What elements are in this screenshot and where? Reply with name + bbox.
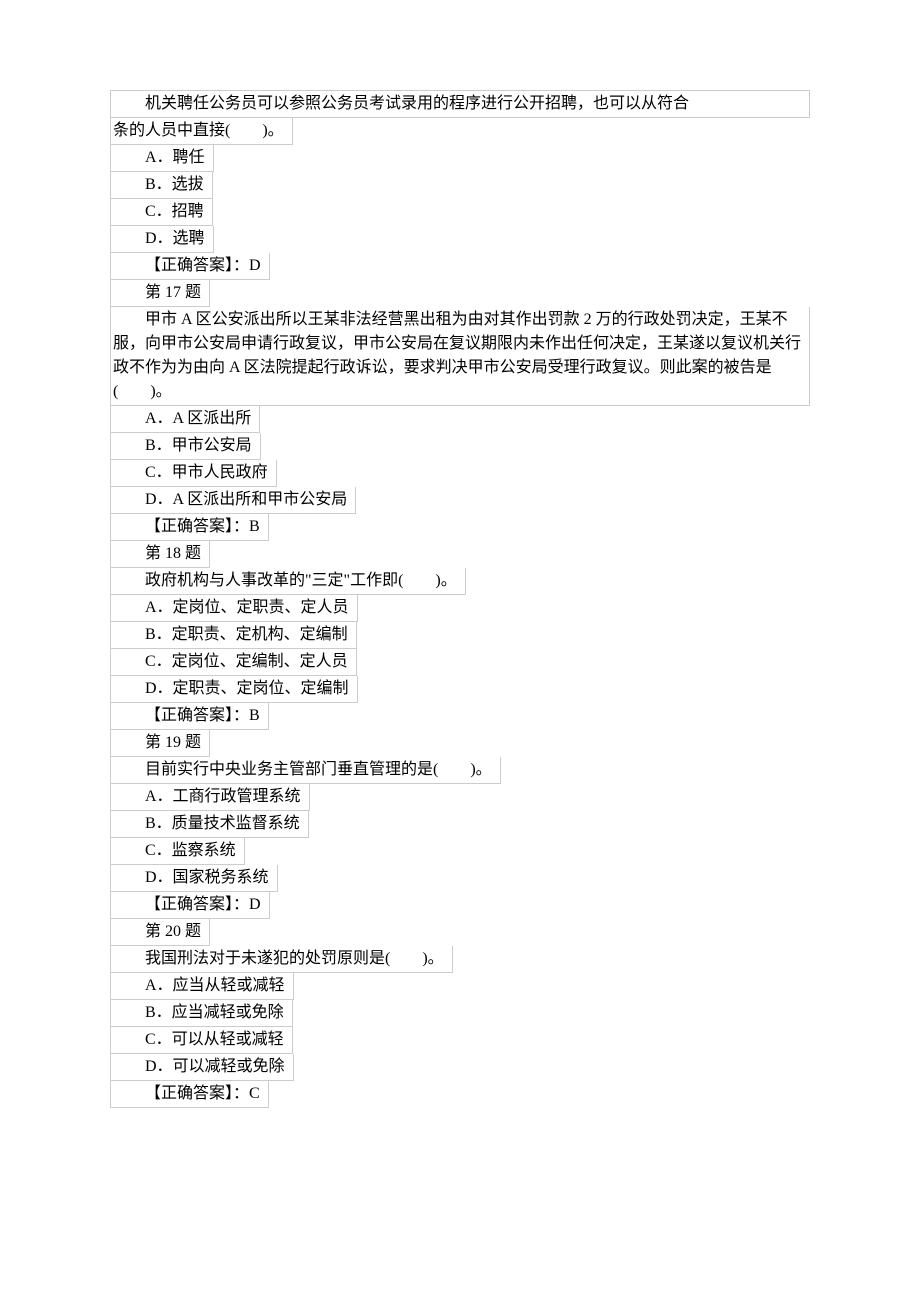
- q18-option-b: B．定职责、定机构、定编制: [110, 622, 357, 649]
- q20-title: 第 20 题: [110, 919, 210, 946]
- q20-answer: 【正确答案】：C: [110, 1081, 269, 1108]
- q17-stem: 甲市 A 区公安派出所以王某非法经营黑出租为由对其作出罚款 2 万的行政处罚决定…: [110, 307, 810, 406]
- q20-option-d: D．可以减轻或免除: [110, 1054, 294, 1081]
- q17-option-b: B．甲市公安局: [110, 433, 261, 460]
- q17-title: 第 17 题: [110, 280, 210, 307]
- q16-stem-line2: 条的人员中直接( )。: [110, 118, 293, 145]
- document-content: 机关聘任公务员可以参照公务员考试录用的程序进行公开招聘，也可以从符合 条的人员中…: [110, 90, 810, 1108]
- q16-answer: 【正确答案】：D: [110, 253, 270, 280]
- q18-title: 第 18 题: [110, 541, 210, 568]
- q19-stem: 目前实行中央业务主管部门垂直管理的是( )。: [110, 757, 501, 784]
- q19-answer: 【正确答案】：D: [110, 892, 270, 919]
- q20-option-a: A．应当从轻或减轻: [110, 973, 294, 1000]
- q19-option-a: A．工商行政管理系统: [110, 784, 310, 811]
- q16-option-d: D．选聘: [110, 226, 214, 253]
- q20-option-b: B．应当减轻或免除: [110, 1000, 293, 1027]
- q16-option-a: A．聘任: [110, 145, 214, 172]
- q17-option-c: C．甲市人民政府: [110, 460, 277, 487]
- q18-option-c: C．定岗位、定编制、定人员: [110, 649, 357, 676]
- q19-option-d: D．国家税务系统: [110, 865, 278, 892]
- q16-option-b: B．选拔: [110, 172, 213, 199]
- q18-option-d: D．定职责、定岗位、定编制: [110, 676, 358, 703]
- q20-option-c: C．可以从轻或减轻: [110, 1027, 293, 1054]
- q17-option-d: D．A 区派出所和甲市公安局: [110, 487, 356, 514]
- q16-stem-line1: 机关聘任公务员可以参照公务员考试录用的程序进行公开招聘，也可以从符合: [110, 90, 810, 118]
- q18-stem: 政府机构与人事改革的"三定"工作即( )。: [110, 568, 466, 595]
- q17-option-a: A．A 区派出所: [110, 406, 260, 433]
- q18-answer: 【正确答案】：B: [110, 703, 269, 730]
- q16-option-c: C．招聘: [110, 199, 213, 226]
- q19-option-b: B．质量技术监督系统: [110, 811, 309, 838]
- q19-title: 第 19 题: [110, 730, 210, 757]
- q20-stem: 我国刑法对于未遂犯的处罚原则是( )。: [110, 946, 453, 973]
- q18-option-a: A．定岗位、定职责、定人员: [110, 595, 358, 622]
- q17-answer: 【正确答案】：B: [110, 514, 269, 541]
- q19-option-c: C．监察系统: [110, 838, 245, 865]
